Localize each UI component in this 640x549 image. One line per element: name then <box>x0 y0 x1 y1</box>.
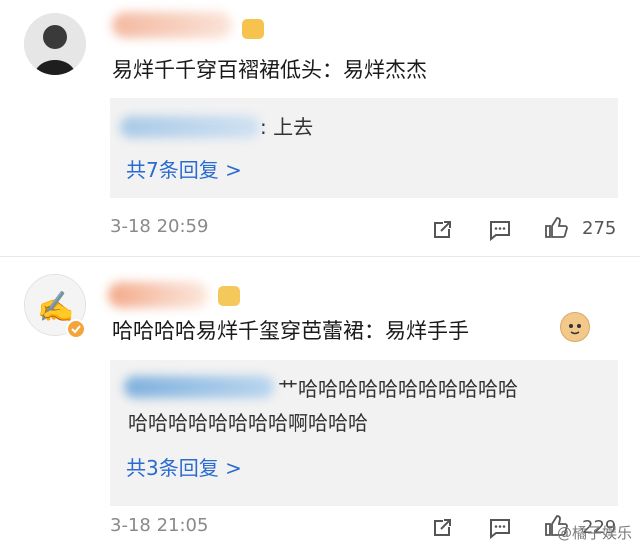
like-icon[interactable] <box>544 216 568 240</box>
comment-icon[interactable] <box>488 516 512 540</box>
share-icon[interactable] <box>430 218 454 242</box>
timestamp: 3-18 21:05 <box>110 515 209 536</box>
username-redacted[interactable] <box>108 282 208 308</box>
svg-text:✍: ✍ <box>37 290 74 325</box>
view-replies-link[interactable]: 共3条回复 > <box>126 452 242 481</box>
verified-badge-icon <box>66 319 86 339</box>
comment-item: ✍ 哈哈哈哈易烊千玺穿芭蕾裙：易烊手手 艹哈哈哈哈哈哈哈哈哈哈哈 哈哈哈哈哈哈哈… <box>0 262 640 549</box>
username-redacted[interactable] <box>112 12 232 38</box>
watermark: @橘子娱乐 <box>556 524 632 542</box>
reply-author-redacted <box>124 376 274 398</box>
reply-text: 艹哈哈哈哈哈哈哈哈哈哈哈 <box>278 377 518 401</box>
comment-text: 哈哈哈哈易烊千玺穿芭蕾裙：易烊手手 <box>112 319 469 343</box>
crown-badge-icon <box>218 286 240 306</box>
reply-author-redacted <box>120 116 260 138</box>
comment-text: 易烊千千穿百褶裙低头：易烊杰杰 <box>112 58 427 82</box>
comment-item: 易烊千千穿百褶裙低头：易烊杰杰 : 上去 共7条回复 > 3-18 20:59 … <box>0 0 640 255</box>
reply-preview-box[interactable]: : 上去 共7条回复 > <box>110 98 618 198</box>
reply-text: 哈哈哈哈哈哈哈哈啊哈哈哈 <box>128 411 368 435</box>
cat-emoji-icon <box>560 312 590 342</box>
share-icon[interactable] <box>430 516 454 540</box>
divider <box>0 256 640 257</box>
avatar[interactable] <box>24 13 86 75</box>
crown-badge-icon <box>242 19 264 39</box>
timestamp: 3-18 20:59 <box>110 216 209 237</box>
reply-preview-box[interactable]: 艹哈哈哈哈哈哈哈哈哈哈哈 哈哈哈哈哈哈哈哈啊哈哈哈 共3条回复 > <box>110 360 618 506</box>
reply-text: : 上去 <box>260 115 314 139</box>
view-replies-link[interactable]: 共7条回复 > <box>126 154 242 183</box>
comment-icon[interactable] <box>488 218 512 242</box>
like-count: 275 <box>582 218 617 239</box>
